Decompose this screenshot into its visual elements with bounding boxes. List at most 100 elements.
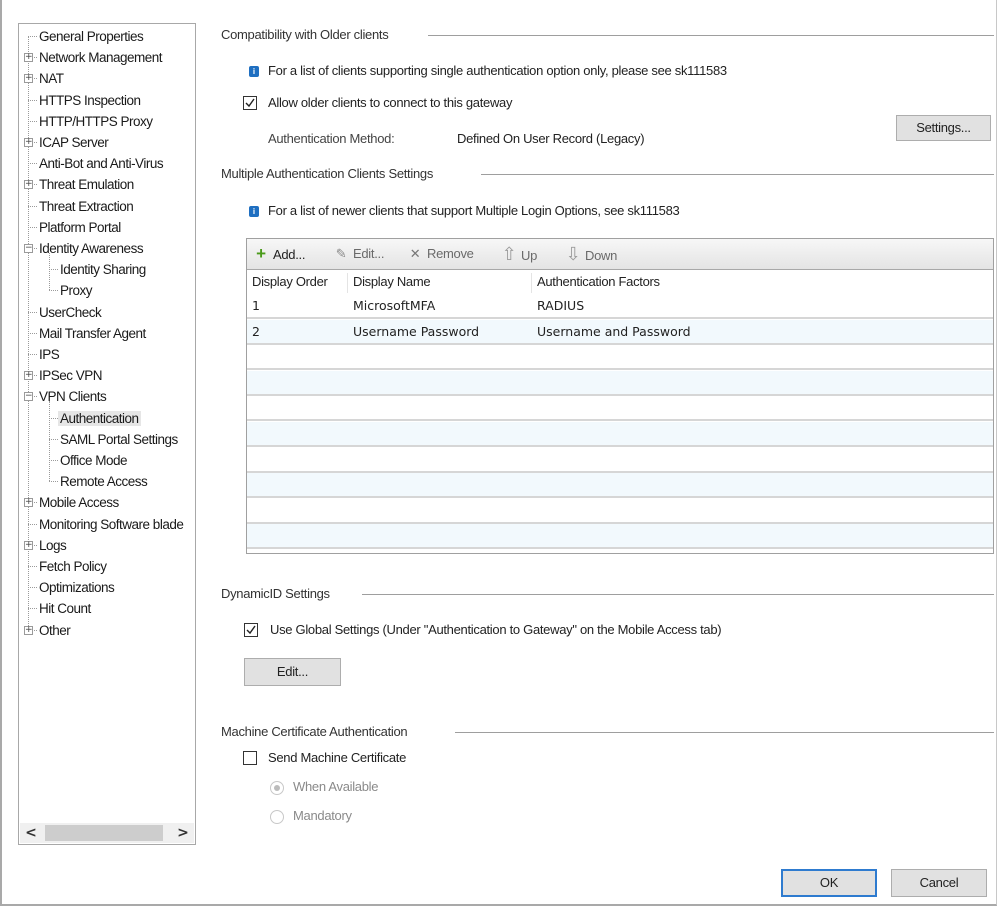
tree-connector	[49, 401, 50, 482]
expand-icon[interactable]: +	[24, 138, 33, 147]
tree-item[interactable]: Optimizations	[37, 577, 116, 598]
tree-connector	[49, 438, 58, 440]
tree-item[interactable]: VPN Clients	[37, 386, 108, 407]
scroll-left-icon[interactable]: <	[22, 823, 40, 843]
tree-item[interactable]: Office Mode	[58, 450, 129, 471]
tree-item[interactable]: Identity Sharing	[58, 259, 148, 280]
grid-toolbar: + Add... ✎ Edit... ✕ Remove ⇧ Up ⇩ Down	[247, 239, 993, 270]
section-divider	[362, 594, 994, 595]
dynamicid-edit-button[interactable]: Edit...	[244, 658, 341, 686]
tree-item[interactable]: Mobile Access	[37, 492, 121, 513]
tree-item[interactable]: IPS	[37, 344, 61, 365]
tree-item-label: Threat Emulation	[39, 177, 134, 193]
scrollbar-thumb[interactable]	[45, 825, 163, 841]
expand-icon[interactable]: +	[24, 180, 33, 190]
tree-item[interactable]: Mail Transfer Agent	[37, 323, 148, 344]
tree-connector	[28, 332, 37, 334]
up-button[interactable]: ⇧ Up	[501, 239, 538, 269]
table-row[interactable]: 1 MicrosoftMFA RADIUS	[247, 294, 993, 319]
send-machine-cert-label: Send Machine Certificate	[268, 750, 407, 765]
auth-clients-grid[interactable]: + Add... ✎ Edit... ✕ Remove ⇧ Up ⇩ Down Displ…	[246, 238, 994, 554]
table-row[interactable]: 2 Username Password Username and Password	[247, 319, 993, 345]
empty-table-row[interactable]	[247, 524, 993, 550]
tree-item[interactable]: Threat Emulation	[37, 174, 136, 195]
cancel-button[interactable]: Cancel	[891, 869, 987, 897]
tree-item-label: Fetch Policy	[39, 559, 107, 574]
tree-item[interactable]: UserCheck	[37, 302, 103, 323]
column-header-display-name[interactable]: Display Name	[353, 270, 431, 294]
collapse-icon[interactable]: −	[24, 392, 33, 402]
empty-table-row[interactable]	[247, 422, 993, 447]
mandatory-label: Mandatory	[293, 808, 352, 823]
compat-section-title: Compatibility with Older clients	[221, 27, 389, 42]
empty-table-row[interactable]	[247, 499, 993, 524]
empty-table-row[interactable]	[247, 345, 993, 371]
cell-factors: Username and Password	[537, 323, 691, 339]
ok-button[interactable]: OK	[781, 869, 877, 897]
tree-item[interactable]: Remote Access	[58, 471, 149, 492]
tree-item-label: VPN Clients	[39, 389, 107, 405]
tree-item-label: Office Mode	[60, 453, 128, 468]
remove-button[interactable]: ✕ Remove	[407, 239, 474, 269]
tree-item[interactable]: IPSec VPN	[37, 365, 104, 386]
tree-item-label: Optimizations	[39, 580, 115, 596]
edit-button[interactable]: ✎ Edit...	[333, 239, 385, 269]
tree-item[interactable]: Platform Portal	[37, 217, 123, 238]
scroll-right-icon[interactable]: >	[174, 823, 192, 843]
tree-item-label: General Properties	[39, 29, 144, 44]
expand-icon[interactable]: +	[24, 371, 33, 381]
tree-item[interactable]: Identity Awareness	[37, 238, 145, 259]
expand-icon[interactable]: +	[24, 498, 33, 508]
when-available-radio[interactable]	[270, 781, 284, 795]
expand-icon[interactable]: +	[24, 540, 33, 550]
auth-method-label: Authentication Method:	[268, 131, 395, 146]
tree-item[interactable]: ICAP Server	[37, 132, 110, 153]
down-button[interactable]: ⇩ Down	[565, 239, 618, 269]
expand-icon[interactable]: +	[24, 53, 33, 63]
tree-item-label: Monitoring Software blade	[39, 516, 184, 532]
column-separator[interactable]	[347, 273, 348, 293]
settings-button[interactable]: Settings...	[896, 115, 991, 141]
mandatory-radio[interactable]	[270, 810, 284, 824]
column-header-auth-factors[interactable]: Authentication Factors	[537, 270, 660, 294]
empty-table-row[interactable]	[247, 370, 993, 396]
empty-table-row[interactable]	[247, 448, 993, 473]
use-global-settings-checkbox[interactable]	[244, 623, 258, 637]
tree-item[interactable]: Network Management	[37, 47, 164, 68]
tree-connector	[28, 120, 37, 122]
tree-item-label: HTTPS Inspection	[39, 92, 141, 108]
add-button[interactable]: + Add...	[253, 239, 305, 269]
navigation-tree[interactable]: General Properties + Network Management + NA…	[18, 23, 196, 845]
send-machine-cert-checkbox[interactable]	[243, 751, 257, 765]
tree-item[interactable]: Authentication	[58, 408, 141, 429]
tree-item[interactable]: Other	[37, 620, 72, 641]
machine-cert-section-title: Machine Certificate Authentication	[221, 724, 408, 739]
empty-table-row[interactable]	[247, 473, 993, 499]
tree-item[interactable]: Threat Extraction	[37, 196, 135, 217]
tree-item[interactable]: Hit Count	[37, 598, 93, 619]
tree-item[interactable]: Anti-Bot and Anti-Virus	[37, 153, 165, 174]
tree-horizontal-scrollbar[interactable]: < >	[20, 823, 194, 843]
tree-item-label: Identity Sharing	[60, 262, 146, 278]
tree-item[interactable]: HTTPS Inspection	[37, 90, 143, 111]
tree-item[interactable]: NAT	[37, 68, 66, 89]
tree-item[interactable]: Fetch Policy	[37, 556, 109, 577]
tree-item[interactable]: Monitoring Software blade	[37, 514, 185, 535]
column-header-display-order[interactable]: Display Order	[252, 270, 328, 294]
tree-item[interactable]: HTTP/HTTPS Proxy	[37, 111, 155, 132]
tree-item[interactable]: Logs	[37, 535, 68, 556]
up-label: Up	[521, 248, 538, 263]
expand-icon[interactable]: +	[24, 625, 33, 635]
tree-connector	[28, 99, 37, 101]
column-separator[interactable]	[531, 273, 532, 293]
collapse-icon[interactable]: −	[24, 244, 33, 253]
remove-label: Remove	[427, 246, 474, 261]
allow-older-clients-checkbox[interactable]	[243, 96, 257, 110]
tree-item[interactable]: SAML Portal Settings	[58, 429, 180, 450]
tree-item[interactable]: General Properties	[37, 26, 145, 47]
tree-item[interactable]: Proxy	[58, 280, 94, 301]
expand-icon[interactable]: +	[24, 74, 33, 84]
tree-item-label: ICAP Server	[39, 135, 109, 150]
info-icon: i	[249, 206, 259, 217]
empty-table-row[interactable]	[247, 396, 993, 422]
